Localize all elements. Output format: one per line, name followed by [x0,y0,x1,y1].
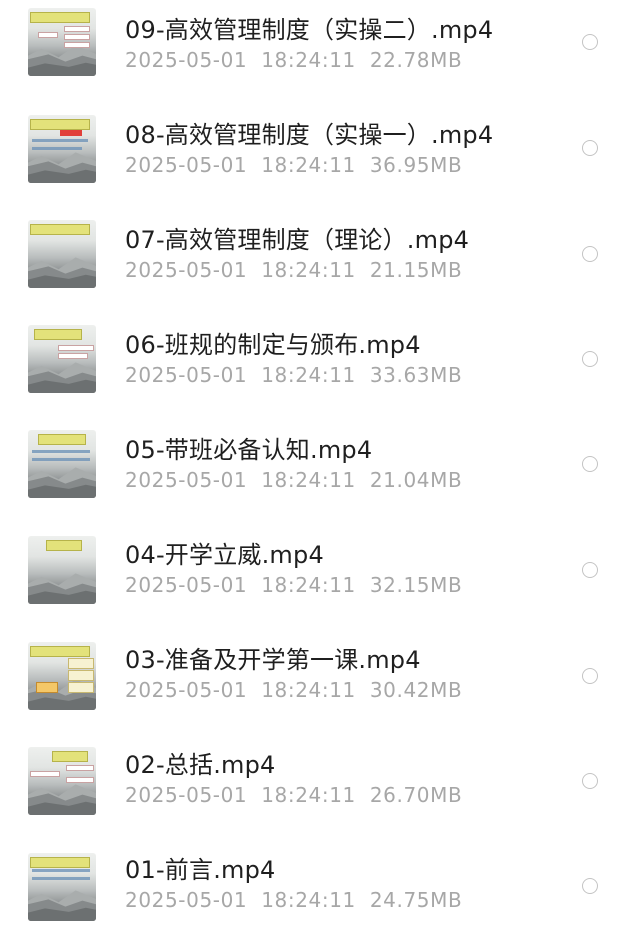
file-meta: 2025-05-01 18:24:11 21.15MB [125,258,565,282]
video-thumbnail-icon [28,115,96,183]
file-size: 21.04MB [369,468,463,492]
radio-unchecked-icon[interactable] [582,668,598,684]
video-thumbnail-icon [28,536,96,604]
file-row-05[interactable]: 05-带班必备认知.mp4 2025-05-01 18:24:11 21.04MB [0,420,640,525]
file-name: 07-高效管理制度（理论）.mp4 [125,226,470,254]
file-date: 2025-05-01 [125,888,248,912]
file-time: 18:24:11 [261,153,356,177]
file-date: 2025-05-01 [125,468,248,492]
radio-unchecked-icon[interactable] [582,878,598,894]
file-name: 09-高效管理制度（实操二）.mp4 [125,16,494,44]
radio-unchecked-icon[interactable] [582,456,598,472]
file-time: 18:24:11 [261,783,356,807]
file-row-02[interactable]: 02-总括.mp4 2025-05-01 18:24:11 26.70MB [0,735,640,840]
file-row-06[interactable]: 06-班规的制定与颁布.mp4 2025-05-01 18:24:11 33.63M… [0,315,640,420]
file-time: 18:24:11 [261,888,356,912]
file-name: 08-高效管理制度（实操一）.mp4 [125,121,494,149]
file-time: 18:24:11 [261,573,356,597]
file-name: 04-开学立威.mp4 [125,541,324,569]
file-time: 18:24:11 [261,48,356,72]
video-thumbnail-icon [28,747,96,815]
file-name: 01-前言.mp4 [125,856,276,884]
file-date: 2025-05-01 [125,678,248,702]
file-meta: 2025-05-01 18:24:11 30.42MB [125,678,565,702]
file-date: 2025-05-01 [125,783,248,807]
file-list: 09-高效管理制度（实操二）.mp4 2025-05-01 18:24:11 22.… [0,0,640,926]
file-row-09[interactable]: 09-高效管理制度（实操二）.mp4 2025-05-01 18:24:11 22.… [0,0,640,105]
file-row-01[interactable]: 01-前言.mp4 2025-05-01 18:24:11 24.75MB [0,840,640,945]
file-row-07[interactable]: 07-高效管理制度（理论）.mp4 2025-05-01 18:24:11 21.1… [0,210,640,315]
video-thumbnail-icon [28,853,96,921]
file-size: 22.78MB [369,48,463,72]
video-thumbnail-icon [28,325,96,393]
file-row-08[interactable]: 08-高效管理制度（实操一）.mp4 2025-05-01 18:24:11 36.… [0,105,640,210]
radio-unchecked-icon[interactable] [582,773,598,789]
file-size: 33.63MB [369,363,463,387]
file-name: 05-带班必备认知.mp4 [125,436,373,464]
file-time: 18:24:11 [261,363,356,387]
file-size: 24.75MB [369,888,463,912]
file-meta: 2025-05-01 18:24:11 32.15MB [125,573,565,597]
file-size: 32.15MB [369,573,463,597]
file-size: 26.70MB [369,783,463,807]
video-thumbnail-icon [28,642,96,710]
file-time: 18:24:11 [261,468,356,492]
file-row-03[interactable]: 03-准备及开学第一课.mp4 2025-05-01 18:24:11 30.42M… [0,630,640,735]
radio-unchecked-icon[interactable] [582,140,598,156]
file-date: 2025-05-01 [125,48,248,72]
radio-unchecked-icon[interactable] [582,246,598,262]
file-date: 2025-05-01 [125,573,248,597]
radio-unchecked-icon[interactable] [582,34,598,50]
file-name: 06-班规的制定与颁布.mp4 [125,331,421,359]
file-name: 02-总括.mp4 [125,751,276,779]
file-size: 36.95MB [369,153,463,177]
file-meta: 2025-05-01 18:24:11 24.75MB [125,888,565,912]
file-date: 2025-05-01 [125,363,248,387]
file-meta: 2025-05-01 18:24:11 22.78MB [125,48,565,72]
file-meta: 2025-05-01 18:24:11 36.95MB [125,153,565,177]
video-thumbnail-icon [28,220,96,288]
file-size: 21.15MB [369,258,463,282]
file-size: 30.42MB [369,678,463,702]
file-name: 03-准备及开学第一课.mp4 [125,646,421,674]
file-time: 18:24:11 [261,258,356,282]
file-meta: 2025-05-01 18:24:11 26.70MB [125,783,565,807]
radio-unchecked-icon[interactable] [582,562,598,578]
video-thumbnail-icon [28,430,96,498]
file-meta: 2025-05-01 18:24:11 33.63MB [125,363,565,387]
file-time: 18:24:11 [261,678,356,702]
file-row-04[interactable]: 04-开学立威.mp4 2025-05-01 18:24:11 32.15MB [0,525,640,630]
file-date: 2025-05-01 [125,258,248,282]
radio-unchecked-icon[interactable] [582,351,598,367]
video-thumbnail-icon [28,8,96,76]
file-meta: 2025-05-01 18:24:11 21.04MB [125,468,565,492]
file-date: 2025-05-01 [125,153,248,177]
